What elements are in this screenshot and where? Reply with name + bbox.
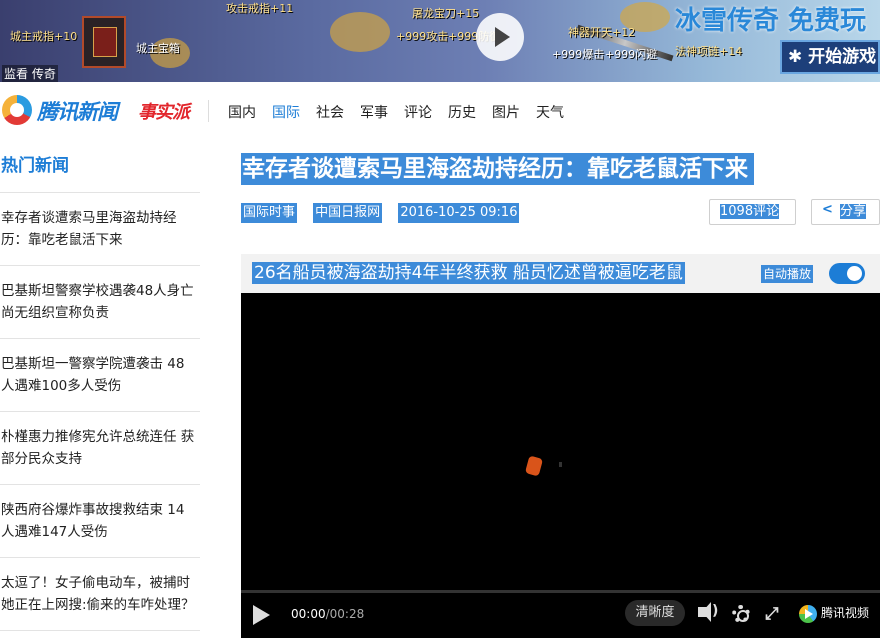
comment-count: 1098 xyxy=(720,204,754,219)
video-player: 26名船员被海盗劫持4年半终获救 船员忆述曾被逼吃老鼠 自动播放 00:00/0… xyxy=(241,254,880,638)
tencent-video-logo-icon xyxy=(799,604,817,623)
autoplay-toggle[interactable] xyxy=(829,263,865,284)
article-datetime: 2016-10-25 09:16 xyxy=(398,203,520,223)
nav-item-history[interactable]: 历史 xyxy=(448,102,476,122)
ad-game-title: 冰雪传奇 免费玩 xyxy=(675,6,867,36)
hot-news-title: 热门新闻 xyxy=(0,140,200,193)
article-meta: 国际时事 中国日报网 2016-10-25 09:16 xyxy=(241,203,531,223)
nav-item-military[interactable]: 军事 xyxy=(360,102,388,122)
hot-news-item[interactable]: 陕西府谷爆炸事故搜救结束 14人遇难147人受伤 xyxy=(0,485,200,558)
treasure-box-image xyxy=(82,16,126,68)
settings-gear-icon[interactable] xyxy=(732,605,750,623)
nav-item-international[interactable]: 国际 xyxy=(272,102,300,122)
autoplay-label: 自动播放 xyxy=(761,265,814,283)
hot-news-item[interactable]: 巴基斯坦警察学校遇袭48人身亡 尚无组织宣称负责 xyxy=(0,266,200,339)
ad-item-label: +999攻击 xyxy=(396,30,449,43)
share-icon xyxy=(822,198,836,222)
nav-divider xyxy=(208,100,209,122)
brand-label: 腾讯视频 xyxy=(821,606,870,620)
loading-spinner-icon xyxy=(524,455,544,477)
nav-item-society[interactable]: 社会 xyxy=(316,102,344,122)
current-time: 00:00 xyxy=(291,607,326,621)
share-label: 分享 xyxy=(840,204,867,219)
ad-item-label: +999闪避 xyxy=(605,48,658,61)
ad-start-game-button[interactable]: ✱ 开始游戏 xyxy=(780,40,880,74)
start-game-label: 开始游戏 xyxy=(808,47,877,67)
ad-supervise-label: 监看 传奇 xyxy=(2,65,58,82)
nav-item-weather[interactable]: 天气 xyxy=(536,102,564,122)
loading-spinner-tail xyxy=(559,462,562,467)
video-screen[interactable]: 00:00/00:28 清晰度 ⤢ 腾讯视频 xyxy=(241,293,880,638)
tencent-video-brand[interactable]: 腾讯视频 xyxy=(799,603,869,623)
supervise-text: 监看 xyxy=(4,67,29,81)
ad-banner[interactable]: 城主戒指+10 城主宝箱 攻击戒指+11 屠龙宝刀+15 +999攻击 +999… xyxy=(0,0,880,82)
site-logo[interactable]: 腾讯新闻 事实派 xyxy=(2,95,202,125)
volume-icon[interactable] xyxy=(698,602,718,622)
ad-item-label: 城主戒指+10 xyxy=(10,30,78,43)
nav-item-domestic[interactable]: 国内 xyxy=(228,102,256,122)
site-header: 腾讯新闻 事实派 国内 国际 社会 军事 评论 历史 图片 天气 xyxy=(0,82,880,140)
article-source[interactable]: 中国日报网 xyxy=(313,203,383,223)
gold-coins-decoration xyxy=(330,12,390,52)
video-header: 26名船员被海盗劫持4年半终获救 船员忆述曾被逼吃老鼠 自动播放 xyxy=(241,254,880,293)
ad-item-label: 屠龙宝刀+15 xyxy=(412,7,480,20)
tencent-news-logo-icon xyxy=(2,95,32,125)
nav-item-photos[interactable]: 图片 xyxy=(492,102,520,122)
supervise-extra-text: 传奇 xyxy=(31,67,56,81)
ad-item-label: 攻击戒指+11 xyxy=(226,2,294,15)
banner-play-button[interactable] xyxy=(476,13,524,61)
ad-item-label: +999爆击 xyxy=(552,48,605,61)
article-title: 幸存者谈遭索马里海盗劫持经历：靠吃老鼠活下来 xyxy=(241,153,754,185)
duration: /00:28 xyxy=(325,607,365,621)
main-nav: 国内 国际 社会 军事 评论 历史 图片 天气 xyxy=(228,102,580,122)
quality-button[interactable]: 清晰度 xyxy=(625,600,685,626)
ad-item-label: 神器开天+12 xyxy=(568,26,636,39)
logo-sub-text: 事实派 xyxy=(138,102,190,123)
video-title: 26名船员被海盗劫持4年半终获救 船员忆述曾被逼吃老鼠 xyxy=(252,262,685,284)
hot-news-item[interactable]: 巴基斯坦一警察学院遭袭击 48人遇难100多人受伤 xyxy=(0,339,200,412)
article-category[interactable]: 国际时事 xyxy=(241,203,298,223)
nav-item-commentary[interactable]: 评论 xyxy=(404,102,432,122)
article-main: 幸存者谈遭索马里海盗劫持经历：靠吃老鼠活下来 国际时事 中国日报网 2016-1… xyxy=(241,140,880,638)
hot-news-item[interactable]: 幸存者谈遭索马里海盗劫持经历：靠吃老鼠活下来 xyxy=(0,193,200,266)
video-controls: 00:00/00:28 清晰度 ⤢ 腾讯视频 xyxy=(241,593,880,638)
time-display: 00:00/00:28 xyxy=(291,607,364,621)
fullscreen-icon[interactable]: ⤢ xyxy=(765,605,783,623)
ad-item-label: 法神项链+14 xyxy=(675,45,743,58)
play-icon[interactable] xyxy=(253,605,270,625)
comment-button[interactable]: 1098评论 xyxy=(709,199,796,225)
hot-news-item[interactable]: 朴槿惠力推修宪允许总统连任 获部分民众支持 xyxy=(0,412,200,485)
share-button[interactable]: 分享 xyxy=(811,198,880,225)
start-arrow-icon: ✱ xyxy=(788,47,809,67)
ad-item-label: 城主宝箱 xyxy=(136,42,180,55)
logo-text: 腾讯新闻 xyxy=(37,100,118,124)
comment-label: 评论 xyxy=(753,204,780,219)
hot-news-sidebar: 热门新闻 幸存者谈遭索马里海盗劫持经历：靠吃老鼠活下来 巴基斯坦警察学校遇袭48… xyxy=(0,140,200,638)
hot-news-item[interactable]: 太逗了！女子偷电动车，被捕时她正在上网搜:偷来的车咋处理？ xyxy=(0,558,200,631)
